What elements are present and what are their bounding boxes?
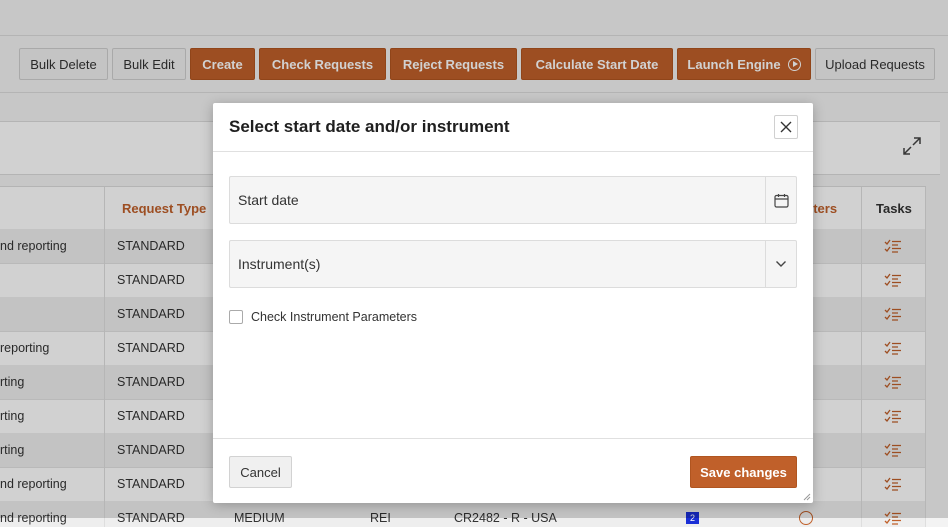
check-instrument-parameters-label[interactable]: Check Instrument Parameters: [251, 310, 417, 324]
start-date-field: [229, 176, 797, 224]
cancel-label: Cancel: [240, 464, 281, 480]
calendar-icon: [773, 193, 789, 208]
cancel-button[interactable]: Cancel: [229, 456, 292, 488]
dialog-footer: Cancel Save changes: [213, 438, 813, 504]
instrument-select[interactable]: [230, 241, 765, 287]
check-instrument-parameters-row[interactable]: Check Instrument Parameters: [229, 310, 417, 324]
save-changes-button[interactable]: Save changes: [690, 456, 797, 488]
save-changes-label: Save changes: [700, 464, 787, 480]
start-date-dialog: Select start date and/or instrument Chec…: [213, 103, 813, 503]
resize-grip-icon[interactable]: [803, 493, 811, 501]
instrument-field: [229, 240, 797, 288]
chevron-down-icon: [776, 261, 786, 267]
dialog-header: Select start date and/or instrument: [213, 103, 813, 152]
calendar-button[interactable]: [766, 177, 796, 223]
close-button[interactable]: [774, 115, 798, 139]
instrument-dropdown-button[interactable]: [766, 241, 796, 287]
dialog-title: Select start date and/or instrument: [229, 117, 510, 136]
start-date-input[interactable]: [230, 177, 765, 223]
check-instrument-parameters-checkbox[interactable]: [229, 310, 243, 324]
close-icon: [780, 121, 792, 133]
